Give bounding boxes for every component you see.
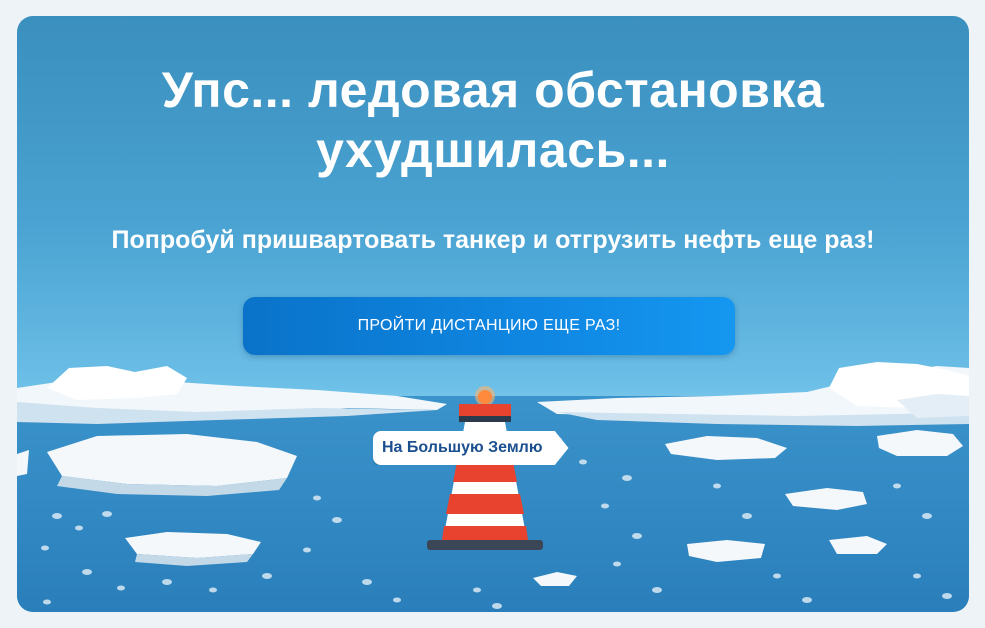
page-subtitle: Попробуй пришвартовать танкер и отгрузит… — [111, 226, 875, 254]
game-over-panel: Упс... ледовая обстановка ухудшилась... … — [17, 16, 969, 612]
retry-button[interactable]: ПРОЙТИ ДИСТАНЦИЮ ЕЩЕ РАЗ! — [243, 297, 735, 355]
title-line-1: Упс... ледовая обстановка — [161, 62, 825, 118]
ice-chunk-left — [47, 366, 187, 400]
title-line-2: ухудшилась... — [316, 122, 670, 178]
mainland-sign-link[interactable]: На Большую Землю — [373, 431, 569, 465]
page-title: Упс... ледовая обстановка ухудшилась... — [17, 60, 969, 180]
